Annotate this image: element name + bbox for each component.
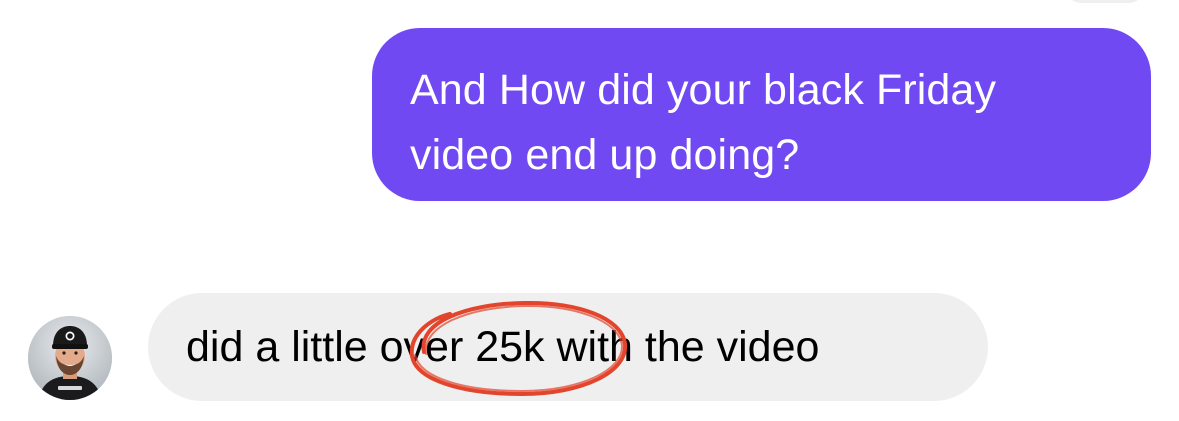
previous-message-bubble[interactable] [1065, 0, 1145, 3]
avatar[interactable] [28, 316, 112, 400]
chat-thread: And How did your black Friday video end … [0, 0, 1179, 421]
sent-message-line-1: And How did your black Friday [410, 66, 997, 114]
avatar-photo-icon [28, 316, 112, 400]
sent-message-line-2: video end up doing? [410, 131, 800, 179]
received-message-bubble[interactable]: did a little over 25k with the video [148, 293, 988, 401]
sent-message-bubble[interactable]: And How did your black Friday video end … [372, 28, 1151, 201]
received-message-text-before: did a little [186, 323, 380, 371]
received-message-highlight: over 25k [379, 323, 545, 371]
received-message-text-after: with the video [544, 323, 820, 371]
